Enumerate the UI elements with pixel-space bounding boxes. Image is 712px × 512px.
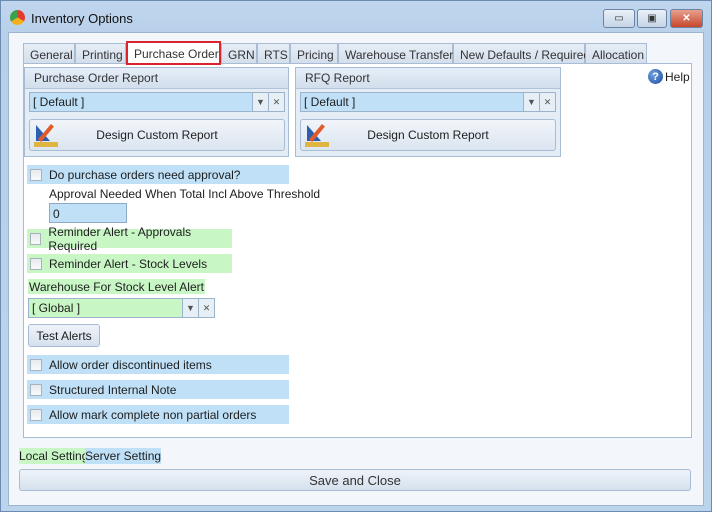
po-design-report-button[interactable]: Design Custom Report	[29, 119, 285, 151]
tab-rts[interactable]: RTS	[257, 43, 290, 64]
help-button[interactable]: ? Help	[648, 69, 690, 84]
tab-grn[interactable]: GRN	[221, 43, 257, 64]
warehouse-combo[interactable]: [ Global ] ▼ ✕	[28, 298, 215, 318]
rfq-report-value: [ Default ]	[304, 95, 356, 109]
rfq-report-combo[interactable]: [ Default ] ▼ ✕	[300, 92, 556, 112]
help-label: Help	[665, 69, 690, 84]
reminder-stock-checkbox[interactable]: Reminder Alert - Stock Levels	[27, 254, 232, 273]
clear-icon[interactable]: ✕	[268, 93, 284, 111]
save-and-close-button[interactable]: Save and Close	[19, 469, 691, 491]
discontinued-checkbox[interactable]: Allow order discontinued items	[27, 355, 289, 374]
checkbox-box[interactable]	[30, 383, 42, 396]
rfq-design-report-button[interactable]: Design Custom Report	[300, 119, 556, 151]
checkbox-box[interactable]	[30, 168, 42, 181]
design-report-icon	[34, 123, 60, 147]
help-icon: ?	[648, 69, 663, 84]
clear-icon[interactable]: ✕	[198, 299, 214, 317]
window-title: Inventory Options	[31, 11, 133, 26]
approval-checkbox[interactable]: Do purchase orders need approval?	[27, 165, 289, 184]
tab-warehouse-transfer[interactable]: Warehouse Transfer	[338, 43, 453, 64]
checkbox-box[interactable]	[30, 408, 42, 421]
maximize-button[interactable]: ▣	[637, 9, 667, 28]
po-report-title: Purchase Order Report	[25, 68, 288, 89]
po-report-combo[interactable]: [ Default ] ▼ ✕	[29, 92, 285, 112]
test-alerts-button[interactable]: Test Alerts	[28, 324, 100, 347]
rfq-report-group: RFQ Report [ Default ] ▼ ✕ Design Custom…	[295, 67, 561, 157]
tab-new-defaults-required[interactable]: New Defaults / Required	[453, 43, 590, 64]
chevron-down-icon[interactable]: ▼	[523, 93, 539, 111]
clear-icon[interactable]: ✕	[539, 93, 555, 111]
tab-pricing[interactable]: Pricing	[290, 43, 338, 64]
checkbox-box[interactable]	[30, 358, 42, 371]
design-report-icon	[305, 123, 331, 147]
app-logo-icon	[10, 10, 25, 25]
close-button[interactable]: ✕	[670, 9, 703, 28]
chevron-down-icon[interactable]: ▼	[182, 299, 198, 317]
warehouse-label: Warehouse For Stock Level Alert	[28, 279, 205, 294]
po-report-group: Purchase Order Report [ Default ] ▼ ✕ De…	[24, 67, 289, 157]
legend-server: Server Setting	[85, 448, 162, 464]
threshold-label: Approval Needed When Total Incl Above Th…	[49, 187, 321, 201]
checkbox-box[interactable]	[30, 232, 42, 245]
tab-general[interactable]: General	[23, 43, 75, 64]
tab-printing[interactable]: Printing	[75, 43, 126, 64]
structured-note-checkbox[interactable]: Structured Internal Note	[27, 380, 289, 399]
checkbox-box[interactable]	[30, 257, 42, 270]
minimize-button[interactable]: ▭	[603, 9, 635, 28]
warehouse-value: [ Global ]	[32, 301, 81, 315]
mark-complete-checkbox[interactable]: Allow mark complete non partial orders	[27, 405, 289, 424]
reminder-approvals-checkbox[interactable]: Reminder Alert - Approvals Required	[27, 225, 232, 253]
tab-allocation[interactable]: Allocation	[585, 43, 647, 64]
po-report-value: [ Default ]	[33, 95, 85, 109]
chevron-down-icon[interactable]: ▼	[252, 93, 268, 111]
rfq-report-title: RFQ Report	[296, 68, 560, 89]
tab-purchase-order[interactable]: Purchase Order	[126, 41, 221, 65]
threshold-input[interactable]: 0	[49, 203, 127, 223]
legend-local: Local Setting	[19, 448, 89, 464]
